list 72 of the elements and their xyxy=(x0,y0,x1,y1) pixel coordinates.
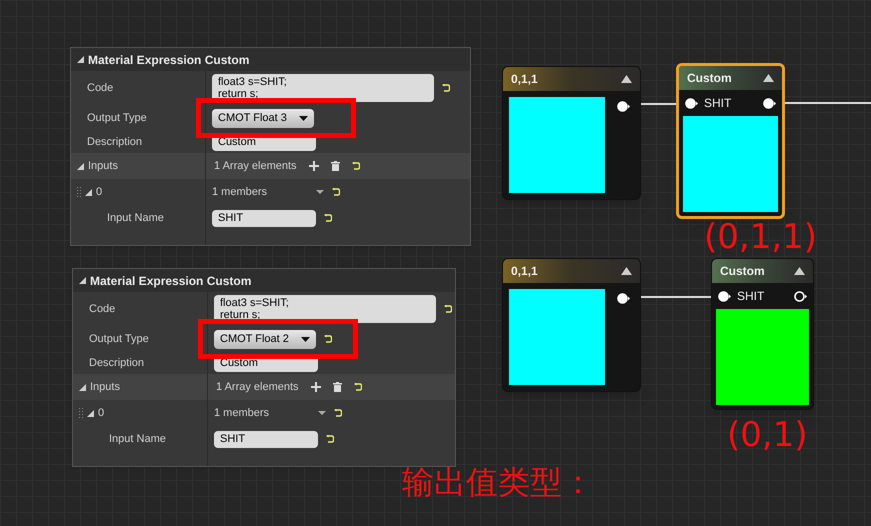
reset-icon[interactable] xyxy=(324,214,332,222)
material-node[interactable]: Custom SHIT xyxy=(676,63,785,219)
node-title: Custom xyxy=(687,70,732,87)
drag-handle-icon[interactable] xyxy=(77,187,81,197)
reset-icon[interactable] xyxy=(334,409,342,417)
trash-icon[interactable] xyxy=(330,161,340,171)
pin-icon[interactable] xyxy=(617,293,630,304)
drag-handle-icon[interactable] xyxy=(79,408,83,418)
trash-icon[interactable] xyxy=(332,382,342,392)
reset-icon[interactable] xyxy=(324,335,332,343)
field-label: Code xyxy=(89,302,116,317)
collapse-arrow-icon[interactable] xyxy=(763,74,774,82)
pin-label: SHIT xyxy=(737,288,764,305)
reset-icon[interactable] xyxy=(326,435,334,443)
collapse-arrow-icon[interactable] xyxy=(621,267,632,275)
reset-icon[interactable] xyxy=(442,84,450,92)
node-title: 0,1,1 xyxy=(511,71,538,88)
array-count: 1 Array elements xyxy=(214,158,297,174)
output-type-dropdown[interactable]: CMOT Float 2 xyxy=(214,330,316,348)
reset-icon[interactable] xyxy=(332,188,340,196)
add-icon[interactable] xyxy=(308,161,319,171)
node-title: 0,1,1 xyxy=(511,263,538,280)
collapse-arrow-icon[interactable] xyxy=(85,188,92,196)
field-label: Input Name xyxy=(107,210,164,226)
panel-title: Material Expression Custom xyxy=(90,272,252,290)
array-count: 1 Array elements xyxy=(216,380,299,395)
annotation-text: (0,1) xyxy=(727,418,808,452)
field-label: 0 xyxy=(98,406,104,421)
field-label: Code xyxy=(87,80,114,96)
annotation-text: 输出值类型： xyxy=(402,466,594,498)
collapse-arrow-icon[interactable] xyxy=(87,410,94,416)
collapse-arrow-icon[interactable] xyxy=(77,162,84,170)
collapse-arrow-icon[interactable] xyxy=(621,75,632,83)
add-icon[interactable] xyxy=(310,382,321,392)
code-field[interactable]: float3 s=SHIT; return s; xyxy=(212,74,434,102)
output-type-dropdown[interactable]: CMOT Float 3 xyxy=(212,108,314,128)
members-dropdown[interactable]: 1 members xyxy=(214,404,326,422)
field-label: Description xyxy=(87,134,142,150)
field-label: Output Type xyxy=(89,332,149,347)
caret-icon xyxy=(318,411,326,415)
material-node[interactable]: 0,1,1 xyxy=(502,258,641,392)
pin-icon[interactable] xyxy=(718,290,731,302)
collapse-arrow-icon[interactable] xyxy=(77,56,84,63)
reset-icon[interactable] xyxy=(354,383,362,391)
pin-icon[interactable] xyxy=(685,98,698,108)
field-label: Inputs xyxy=(90,380,120,395)
input-name-field[interactable]: SHIT xyxy=(212,210,316,226)
members-dropdown[interactable]: 1 members xyxy=(212,184,324,200)
collapse-arrow-icon[interactable] xyxy=(79,277,86,284)
field-label: Output Type xyxy=(87,110,147,126)
caret-icon xyxy=(298,116,308,120)
collapse-arrow-icon[interactable] xyxy=(794,267,805,275)
reset-icon[interactable] xyxy=(352,162,360,170)
pin-label: SHIT xyxy=(704,95,732,112)
field-label: Inputs xyxy=(88,158,118,174)
field-label: Description xyxy=(89,356,144,371)
node-title: Custom xyxy=(720,263,765,280)
panel-title: Material Expression Custom xyxy=(88,52,250,68)
pin-icon[interactable] xyxy=(617,101,630,112)
material-node[interactable]: Custom SHIT xyxy=(711,258,814,410)
pin-icon[interactable] xyxy=(763,98,776,108)
pin-icon[interactable] xyxy=(794,290,807,302)
field-label: 0 xyxy=(96,184,102,200)
caret-icon xyxy=(300,336,310,342)
field-label: Input Name xyxy=(109,432,166,447)
material-node[interactable]: 0,1,1 xyxy=(502,66,641,200)
annotation-text: (0,1,1) xyxy=(704,220,818,254)
caret-icon xyxy=(316,190,324,194)
input-name-field[interactable]: SHIT xyxy=(214,430,318,448)
collapse-arrow-icon[interactable] xyxy=(79,384,86,390)
code-field[interactable]: float3 s=SHIT; return s; xyxy=(214,295,436,323)
reset-icon[interactable] xyxy=(444,305,452,313)
